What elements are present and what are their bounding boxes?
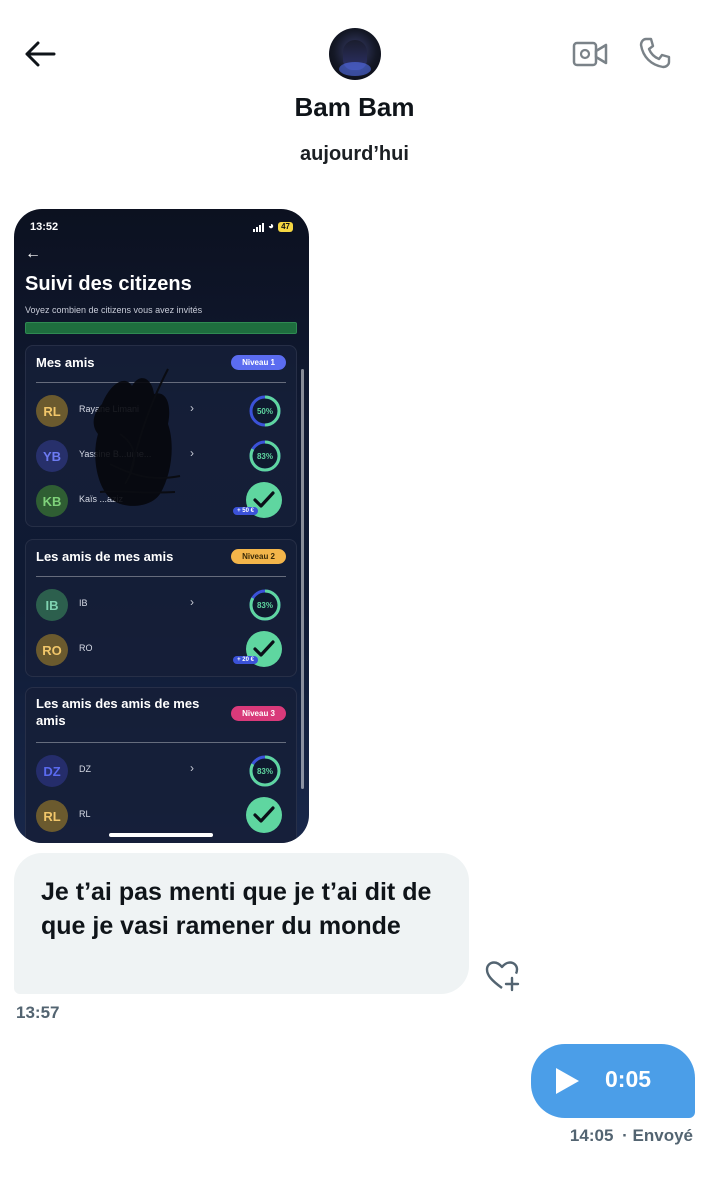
progress-label: 83%	[257, 452, 273, 461]
conversation-header: Bam Bam aujourd’hui	[0, 0, 709, 200]
message-timestamp-status: 14:05 · Envoyé	[570, 1126, 693, 1146]
battery-icon: 47	[278, 221, 293, 232]
row-name: RL	[79, 809, 91, 819]
contact-avatar[interactable]	[329, 28, 381, 80]
chevron-right-icon: ›	[190, 761, 194, 775]
image-attachment[interactable]: 13:52 ◕ 47 ← Suivi des citizens Voyez co…	[14, 209, 309, 843]
bonus-badge: + 50 €	[233, 507, 258, 515]
phone-icon[interactable]	[636, 34, 674, 72]
incoming-message-bubble[interactable]: Je t’ai pas menti que je t’ai dit de que…	[14, 853, 469, 994]
attachment-progress-banner	[25, 322, 297, 334]
list-item: DZ DZ › 83%	[26, 750, 296, 792]
initials-avatar: DZ	[36, 755, 68, 787]
wifi-icon: ◕	[268, 221, 275, 232]
chevron-right-icon: ›	[190, 446, 194, 460]
attachment-back-icon: ←	[25, 245, 41, 262]
initials-avatar: YB	[36, 440, 68, 472]
initials-avatar: RO	[36, 634, 68, 666]
card-title: Les amis de mes amis	[36, 549, 174, 564]
bonus-badge: + 20 €	[233, 656, 258, 664]
redaction-scribble	[93, 368, 181, 506]
progress-label: 83%	[257, 601, 273, 610]
message-timestamp: 14:05	[569, 1126, 614, 1145]
row-name: RO	[79, 643, 93, 653]
list-item: RO RO + 20 €	[26, 629, 296, 671]
message-timestamp: 13:57	[16, 1003, 60, 1022]
attachment-scrollbar	[301, 369, 304, 789]
heart-plus-icon[interactable]	[484, 958, 522, 994]
level-card: Les amis de mes amis Niveau 2 IB IB › 83% R…	[25, 539, 297, 677]
list-item: IB IB › 83%	[26, 584, 296, 626]
date-separator: aujourd’hui	[300, 143, 409, 165]
voice-duration: 0:05	[605, 1066, 652, 1092]
level-badge: Niveau 1	[231, 355, 286, 370]
progress-label: 50%	[257, 407, 273, 416]
initials-avatar: KB	[36, 485, 68, 517]
initials-avatar: IB	[36, 589, 68, 621]
attachment-clock: 13:52	[30, 221, 59, 233]
chevron-right-icon: ›	[190, 595, 194, 609]
home-indicator	[109, 833, 213, 837]
progress-ring: 50%	[249, 395, 281, 427]
voice-message-bubble[interactable]: 0:05	[531, 1044, 695, 1118]
progress-ring: 83%	[249, 755, 281, 787]
attachment-title: Suivi des citizens	[25, 273, 192, 295]
row-name: DZ	[79, 764, 91, 774]
progress-ring: 83%	[249, 589, 281, 621]
row-name: IB	[79, 598, 88, 608]
chevron-right-icon: ›	[190, 401, 194, 415]
progress-label: 83%	[257, 767, 273, 776]
level-badge: Niveau 2	[231, 549, 286, 564]
back-arrow-icon[interactable]	[22, 36, 58, 72]
card-title: Les amis des amis de mes amis	[36, 696, 200, 728]
delivery-status: · Envoyé	[622, 1126, 693, 1145]
signal-icon	[253, 222, 265, 232]
initials-avatar: RL	[36, 395, 68, 427]
attachment-subtitle: Voyez combien de citizens vous avez invi…	[25, 305, 203, 315]
contact-name[interactable]: Bam Bam	[0, 92, 709, 123]
progress-ring: 83%	[249, 440, 281, 472]
level-card: Les amis des amis de mes amis Niveau 3 D…	[25, 687, 297, 843]
list-item: RL RL	[26, 795, 296, 837]
level-badge: Niveau 3	[231, 706, 286, 721]
video-camera-icon[interactable]	[571, 36, 609, 72]
play-icon[interactable]	[553, 1066, 581, 1096]
attachment-status-bar: 13:52 ◕ 47	[30, 219, 293, 237]
initials-avatar: RL	[36, 800, 68, 832]
checkmark-icon	[246, 797, 282, 833]
